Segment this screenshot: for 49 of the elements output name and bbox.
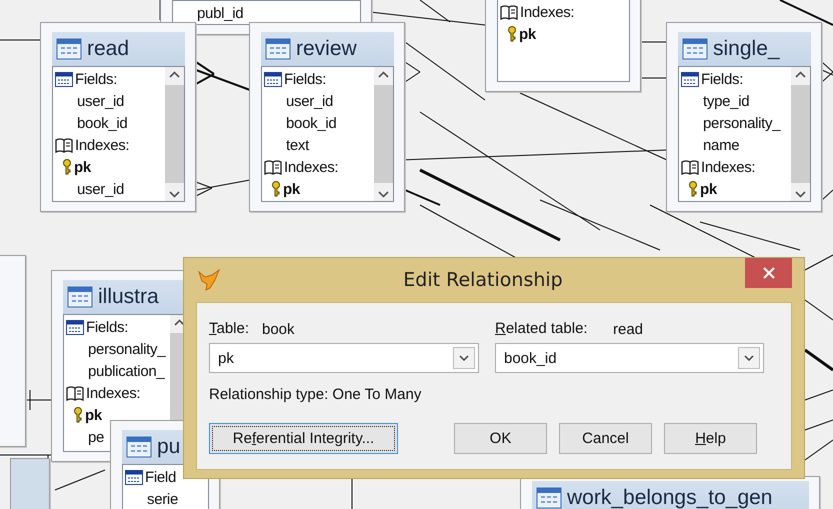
- related-table-label: Related table:: [495, 318, 588, 338]
- relationship-type-text: Relationship type: One To Many: [209, 386, 422, 403]
- field-name: text: [286, 136, 309, 154]
- section-label: Fields:: [86, 318, 128, 336]
- table-title: pu: [157, 435, 180, 459]
- table-title: review: [296, 37, 357, 61]
- dropdown-value: pk: [218, 350, 234, 366]
- dialog-button[interactable]: Help: [664, 423, 757, 454]
- section-label: Fields:: [284, 70, 326, 88]
- dropdown-value: book_id: [504, 350, 557, 366]
- field-name: user_id: [77, 180, 124, 198]
- field-name: serie: [147, 490, 178, 508]
- dialog-button[interactable]: OK: [454, 423, 547, 454]
- section-label: Indexes:: [86, 384, 140, 402]
- field-name: name: [703, 136, 740, 154]
- field-name: user_id: [77, 92, 124, 110]
- field-name: personality_: [88, 340, 166, 358]
- key-name: pk: [700, 180, 717, 198]
- table-title: single_: [713, 37, 780, 61]
- dialog-button[interactable]: Cancel: [559, 423, 652, 454]
- key-name: pk: [85, 406, 102, 424]
- section-label: Indexes:: [701, 158, 756, 176]
- table-name: book: [262, 321, 295, 338]
- related-key-dropdown[interactable]: book_id: [495, 343, 764, 373]
- field-name: personality_: [703, 114, 780, 132]
- table-title: work_belongs_to_gen: [567, 486, 772, 509]
- section-label: Fields:: [701, 70, 744, 88]
- table-title: illustra: [98, 285, 159, 309]
- table-label: Table:: [209, 318, 250, 338]
- table-title: read: [87, 37, 130, 61]
- section-label: Indexes:: [75, 136, 130, 154]
- dialog-title: Edit Relationship: [402, 269, 564, 291]
- section-label: Indexes:: [520, 4, 574, 20]
- table-key-dropdown[interactable]: pk: [209, 343, 479, 373]
- section-label: Indexes:: [284, 158, 338, 176]
- field-name: publication_: [88, 362, 164, 380]
- section-label: Fields:: [75, 70, 118, 88]
- field-name: book_id: [286, 114, 336, 132]
- field-name: pe: [88, 428, 104, 446]
- field-name: book_id: [77, 114, 128, 132]
- field-name: publ_id: [197, 4, 244, 22]
- field-name: type_id: [703, 92, 750, 110]
- key-name: pk: [283, 180, 300, 198]
- key-name: pk: [74, 158, 91, 176]
- dialog-button[interactable]: Referential Integrity...: [209, 423, 398, 454]
- section-label: Field: [145, 468, 176, 486]
- key-name: pk: [519, 26, 536, 42]
- field-name: user_id: [286, 92, 334, 110]
- related-table-name: read: [613, 321, 644, 338]
